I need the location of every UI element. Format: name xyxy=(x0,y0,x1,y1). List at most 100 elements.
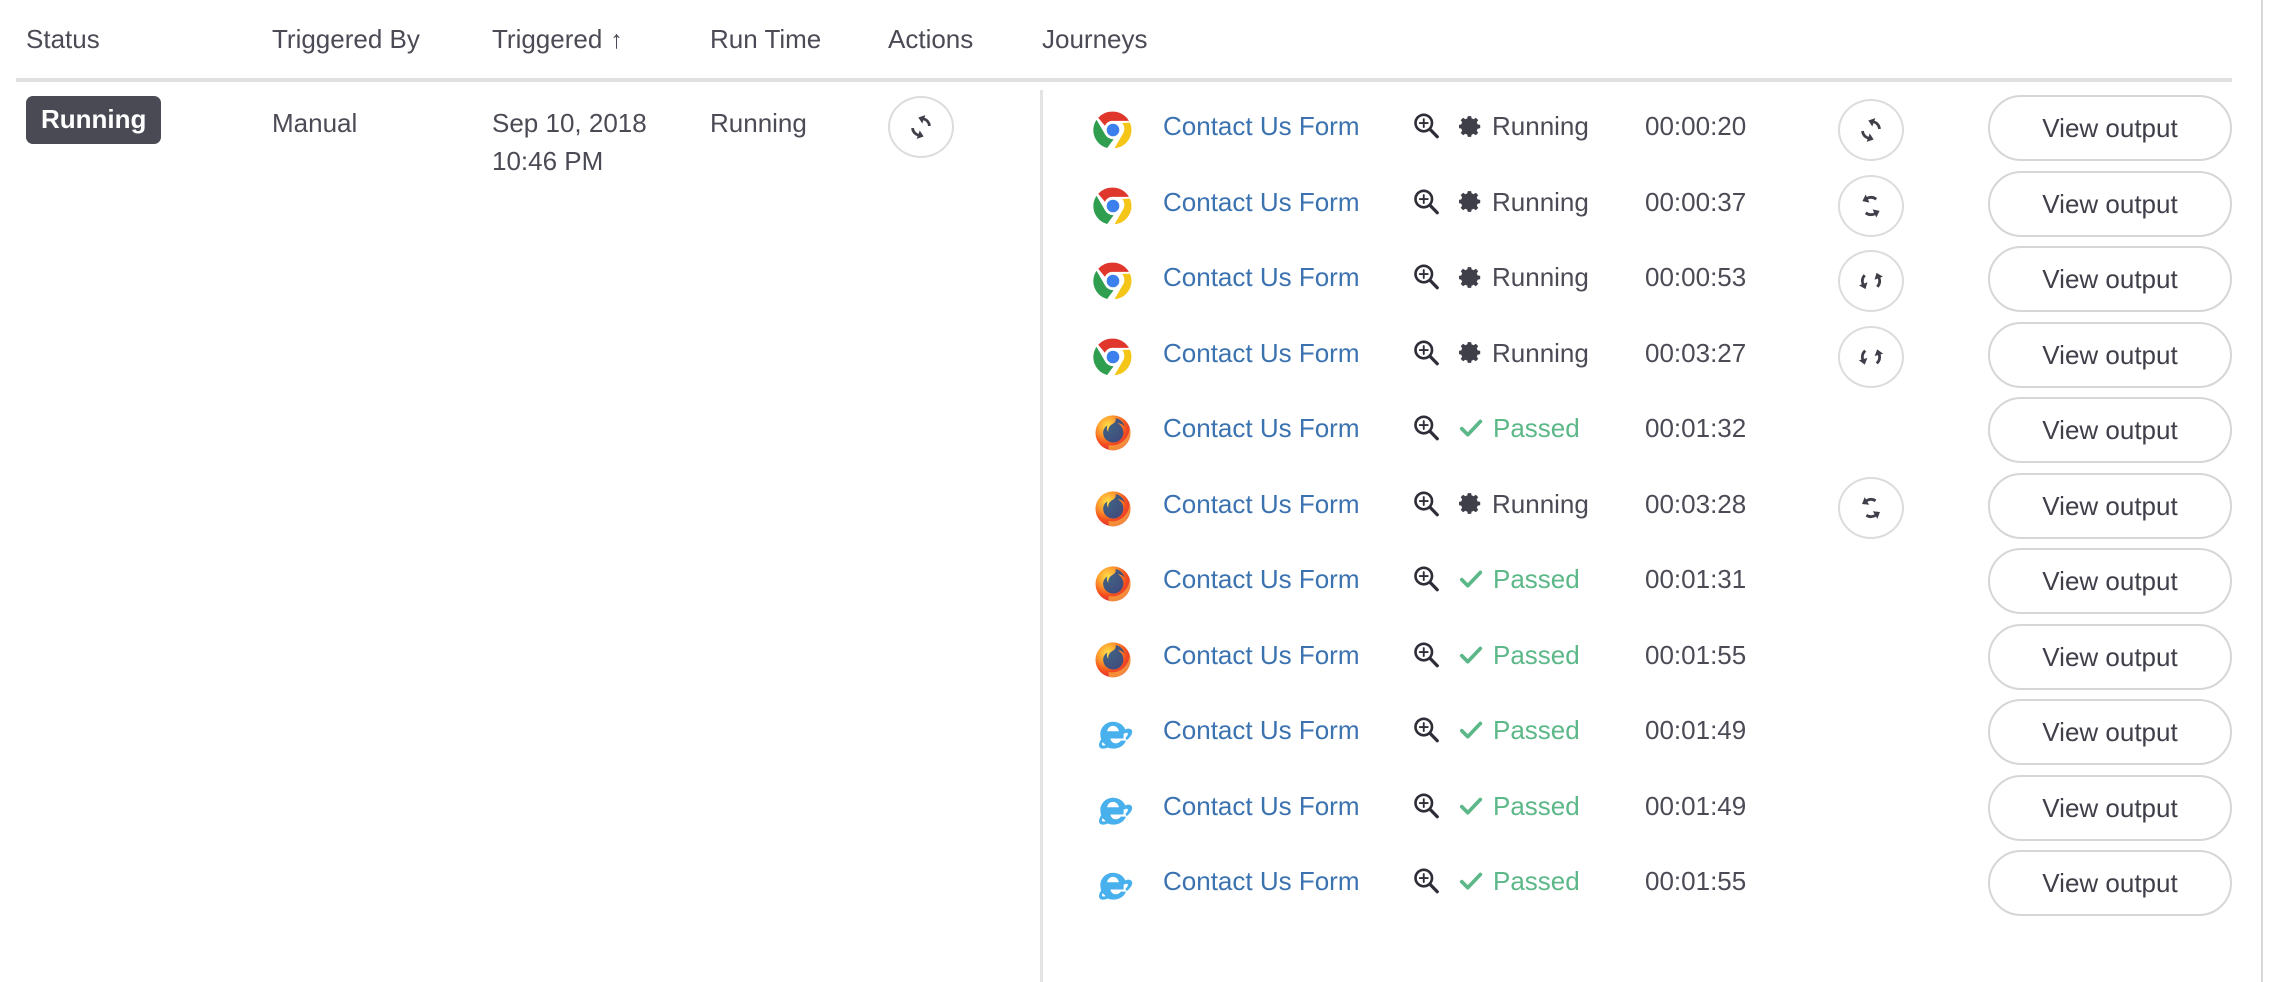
journey-status: Passed xyxy=(1458,711,1580,749)
journey-status: Running xyxy=(1458,183,1589,221)
firefox-browser-icon xyxy=(1092,411,1134,453)
check-icon xyxy=(1458,793,1484,819)
magnifier-plus-icon[interactable] xyxy=(1411,111,1441,141)
journey-name-link[interactable]: Contact Us Form xyxy=(1163,636,1360,674)
magnifier-plus-icon[interactable] xyxy=(1411,187,1441,217)
check-icon xyxy=(1458,642,1484,668)
journey-row: Contact Us Form Passed00:01:49View outpu… xyxy=(0,694,2270,775)
journey-run-time: 00:00:20 xyxy=(1645,107,1746,145)
journey-rerun-button[interactable] xyxy=(1838,175,1904,237)
journey-status-label: Passed xyxy=(1493,409,1580,447)
journey-status-label: Passed xyxy=(1493,636,1580,674)
check-icon xyxy=(1458,868,1484,894)
journey-name-link[interactable]: Contact Us Form xyxy=(1163,258,1360,296)
check-icon xyxy=(1458,415,1484,441)
magnifier-plus-icon[interactable] xyxy=(1411,262,1441,292)
firefox-browser-icon xyxy=(1092,562,1134,604)
journey-status: Passed xyxy=(1458,862,1580,900)
view-output-button[interactable]: View output xyxy=(1988,850,2232,916)
magnifier-plus-icon[interactable] xyxy=(1411,489,1441,519)
view-output-button[interactable]: View output xyxy=(1988,624,2232,690)
firefox-browser-icon xyxy=(1092,487,1134,529)
journey-name-link[interactable]: Contact Us Form xyxy=(1163,409,1360,447)
journey-status-label: Passed xyxy=(1493,787,1580,825)
gear-icon xyxy=(1458,114,1483,139)
journey-status: Passed xyxy=(1458,787,1580,825)
journey-row: Contact Us Form Passed 00:01:55 View outpu… xyxy=(0,845,2270,926)
magnifier-plus-icon[interactable] xyxy=(1411,338,1441,368)
journey-name-link[interactable]: Contact Us Form xyxy=(1163,862,1360,900)
column-header-actions: Actions xyxy=(888,22,973,56)
journey-row: Contact Us Form Running 00:00:20 View out… xyxy=(0,90,2270,171)
magnifier-plus-icon[interactable] xyxy=(1411,715,1441,745)
journey-status-label: Passed xyxy=(1493,862,1580,900)
table-header: Status Triggered By Triggered↑ Run Time … xyxy=(0,0,2270,81)
column-header-triggered[interactable]: Triggered ↑ xyxy=(492,22,623,57)
journey-name-link[interactable]: Contact Us Form xyxy=(1163,334,1360,372)
journey-rerun-button[interactable] xyxy=(1838,477,1904,539)
journey-name-link[interactable]: Contact Us Form xyxy=(1163,485,1360,523)
journey-name-link[interactable]: Contact Us Form xyxy=(1163,183,1360,221)
journey-run-time: 00:03:27 xyxy=(1645,334,1746,372)
ie-browser-icon xyxy=(1092,713,1134,755)
journey-row: Contact Us Form Passed 00:01:49 View outpu… xyxy=(0,770,2270,851)
chrome-browser-icon xyxy=(1092,185,1134,227)
journey-status-label: Passed xyxy=(1493,711,1580,749)
journey-run-time: 00:03:28 xyxy=(1645,485,1746,523)
journey-rerun-button[interactable] xyxy=(1838,326,1904,388)
column-header-run-time[interactable]: Run Time xyxy=(710,22,821,56)
journey-status: Running xyxy=(1458,258,1589,296)
check-icon xyxy=(1458,566,1484,592)
refresh-icon xyxy=(1856,493,1886,523)
journey-status-label: Running xyxy=(1492,334,1589,372)
journey-run-time: 00:00:53 xyxy=(1645,258,1746,296)
chrome-browser-icon xyxy=(1092,260,1134,302)
journey-row: Contact Us Form Running 00:03:27 View out… xyxy=(0,317,2270,398)
sort-ascending-icon: ↑ xyxy=(610,26,623,54)
journey-status-label: Running xyxy=(1492,258,1589,296)
journey-run-time: 00:01:32 xyxy=(1645,409,1746,447)
view-output-button[interactable]: View output xyxy=(1988,95,2232,161)
column-header-triggered-by[interactable]: Triggered By xyxy=(272,22,420,56)
magnifier-plus-icon[interactable] xyxy=(1411,564,1441,594)
journey-status: Running xyxy=(1458,107,1589,145)
magnifier-plus-icon[interactable] xyxy=(1411,640,1441,670)
journey-name-link[interactable]: Contact Us Form xyxy=(1163,787,1360,825)
journey-row: Contact Us Form Running 00:00:53 View out… xyxy=(0,241,2270,322)
view-output-button[interactable]: View output xyxy=(1988,246,2232,312)
journey-rerun-button[interactable] xyxy=(1838,99,1904,161)
column-header-status[interactable]: Status xyxy=(26,22,100,56)
view-output-button[interactable]: View output xyxy=(1988,171,2232,237)
firefox-browser-icon xyxy=(1092,638,1134,680)
view-output-button[interactable]: View output xyxy=(1988,548,2232,614)
journey-row: Contact Us Form Running00:03:28 View out… xyxy=(0,468,2270,549)
chrome-browser-icon xyxy=(1092,336,1134,378)
journeys-list: Contact Us Form Running 00:00:20 View out… xyxy=(0,81,2270,982)
journey-name-link[interactable]: Contact Us Form xyxy=(1163,560,1360,598)
magnifier-plus-icon[interactable] xyxy=(1411,413,1441,443)
gear-icon xyxy=(1458,189,1483,214)
magnifier-plus-icon[interactable] xyxy=(1411,866,1441,896)
journey-row: Contact Us Form Passed 00:01:31 View outpu… xyxy=(0,543,2270,624)
view-output-button[interactable]: View output xyxy=(1988,699,2232,765)
journey-status-label: Passed xyxy=(1493,560,1580,598)
journey-run-time: 00:01:55 xyxy=(1645,862,1746,900)
column-header-triggered-label: Triggered xyxy=(492,24,602,54)
journey-status: Passed xyxy=(1458,409,1580,447)
journey-run-time: 00:00:37 xyxy=(1645,183,1746,221)
journey-run-time: 00:01:31 xyxy=(1645,560,1746,598)
journey-name-link[interactable]: Contact Us Form xyxy=(1163,107,1360,145)
view-output-button[interactable]: View output xyxy=(1988,322,2232,388)
journey-rerun-button[interactable] xyxy=(1838,250,1904,312)
ie-browser-icon xyxy=(1092,789,1134,831)
magnifier-plus-icon[interactable] xyxy=(1411,791,1441,821)
view-output-button[interactable]: View output xyxy=(1988,473,2232,539)
test-run-table: Status Triggered By Triggered↑ Run Time … xyxy=(0,0,2270,982)
chrome-browser-icon xyxy=(1092,109,1134,151)
journey-status: Passed xyxy=(1458,560,1580,598)
journey-name-link[interactable]: Contact Us Form xyxy=(1163,711,1360,749)
column-header-journeys: Journeys xyxy=(1042,22,1148,56)
view-output-button[interactable]: View output xyxy=(1988,397,2232,463)
view-output-button[interactable]: View output xyxy=(1988,775,2232,841)
journey-run-time: 00:01:49 xyxy=(1645,787,1746,825)
